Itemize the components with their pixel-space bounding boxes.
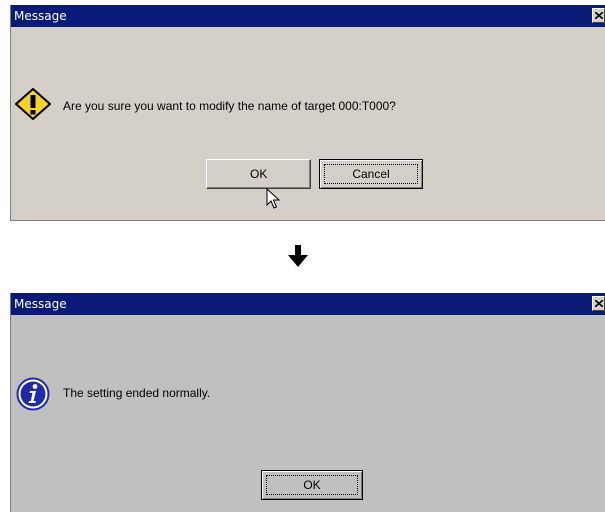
ok-button[interactable]: OK <box>206 159 311 189</box>
confirm-dialog-titlebar[interactable]: Message <box>11 5 605 27</box>
confirm-dialog: Message Are you sure you want to modify … <box>10 5 605 221</box>
close-icon <box>595 12 603 19</box>
arrow-down-icon <box>288 245 308 267</box>
mouse-cursor-icon <box>266 188 280 209</box>
focus-ring <box>266 475 358 495</box>
info-icon <box>16 377 50 411</box>
ok-button[interactable]: OK <box>261 470 363 500</box>
warning-icon <box>15 88 51 120</box>
confirm-message: Are you sure you want to modify the name… <box>63 99 396 113</box>
result-dialog-titlebar[interactable]: Message <box>11 293 605 315</box>
ok-button-label: OK <box>250 167 268 181</box>
result-dialog-close-button[interactable] <box>592 296 605 311</box>
close-icon <box>595 300 603 307</box>
focus-ring <box>324 164 418 184</box>
result-dialog: Message The setting ended normally. OK <box>10 293 605 512</box>
cancel-button[interactable]: Cancel <box>319 159 423 189</box>
confirm-dialog-close-button[interactable] <box>592 8 605 23</box>
result-message: The setting ended normally. <box>63 386 211 400</box>
result-dialog-title: Message <box>14 297 67 311</box>
confirm-dialog-title: Message <box>14 9 67 23</box>
